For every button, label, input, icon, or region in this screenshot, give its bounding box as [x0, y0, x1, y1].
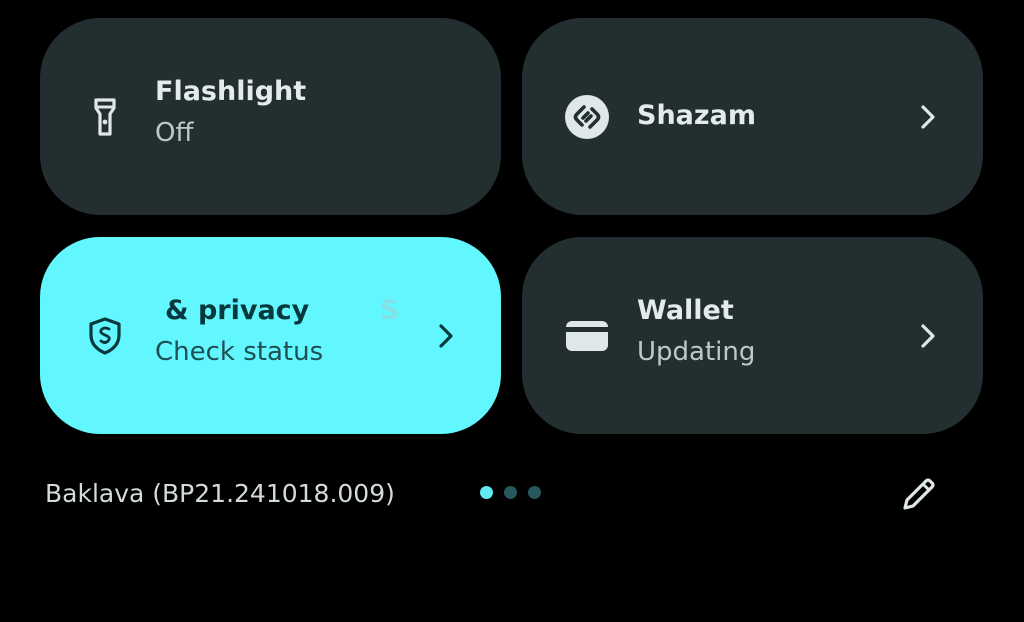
build-number-label[interactable]: Baklava (BP21.241018.009) — [45, 476, 395, 512]
wallet-tile[interactable]: Wallet Updating — [522, 237, 983, 434]
page-dot-2 — [504, 486, 517, 499]
security-privacy-status: Check status — [155, 337, 324, 367]
pencil-icon — [897, 472, 941, 516]
chevron-right-icon — [913, 102, 943, 132]
security-privacy-tile[interactable]: & privacy Check status S — [40, 237, 501, 434]
flashlight-tile[interactable]: Flashlight Off — [40, 18, 501, 215]
wallet-title: Wallet — [637, 295, 734, 326]
shazam-icon — [564, 94, 610, 140]
shazam-tile[interactable]: Shazam — [522, 18, 983, 215]
flashlight-title: Flashlight — [155, 76, 307, 107]
wallet-status: Updating — [637, 337, 756, 367]
page-dot-3 — [528, 486, 541, 499]
chevron-right-icon — [431, 321, 461, 351]
page-dot-1 — [480, 486, 493, 499]
security-privacy-title: & privacy — [165, 295, 310, 326]
edit-tiles-button[interactable] — [897, 472, 941, 516]
wallet-icon — [564, 313, 610, 359]
marquee-text-fragment: S — [380, 295, 400, 326]
shazam-title: Shazam — [637, 100, 756, 131]
chevron-right-icon — [913, 321, 943, 351]
shield-icon — [82, 313, 128, 359]
flashlight-icon — [82, 94, 128, 140]
page-indicator — [480, 486, 541, 502]
flashlight-status: Off — [155, 118, 194, 148]
